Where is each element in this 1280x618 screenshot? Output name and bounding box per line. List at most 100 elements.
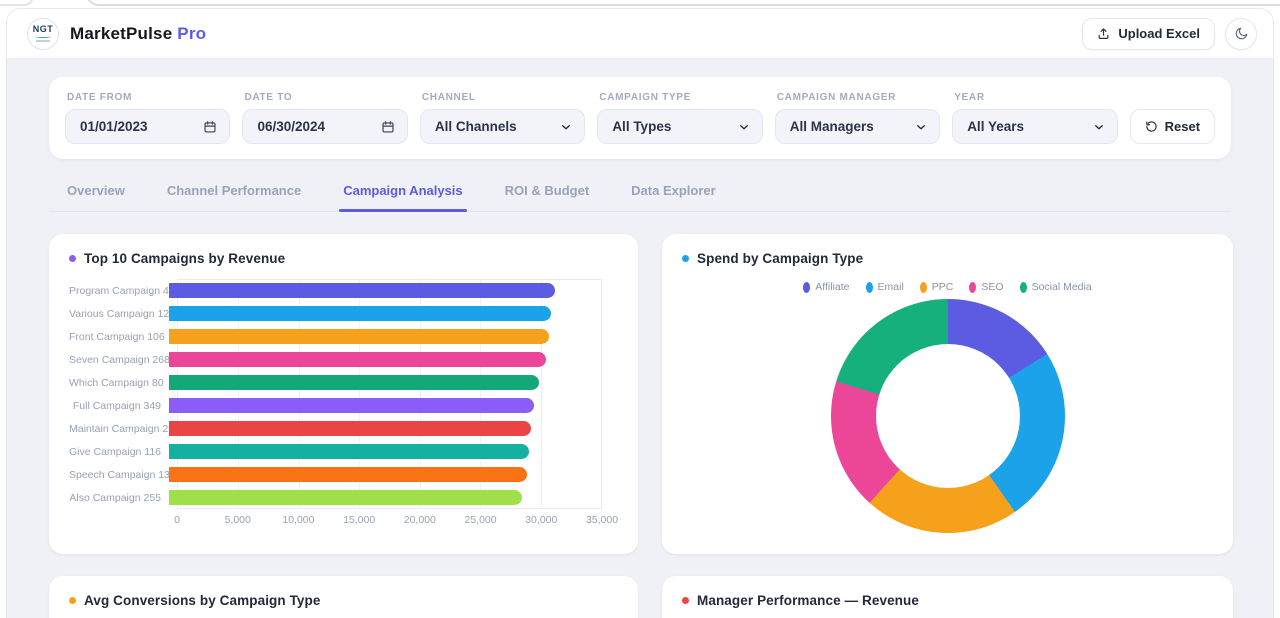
- app-header: NGT MarketPulse Pro Upload Excel: [7, 9, 1273, 59]
- bar-full-campaign-349: [169, 398, 534, 413]
- brand-name: MarketPulse Pro: [70, 24, 206, 44]
- bar-row: Also Campaign 255: [69, 486, 618, 509]
- bar-row: Maintain Campaign 299: [69, 417, 618, 440]
- date-input-date-from[interactable]: 01/01/2023: [65, 109, 230, 144]
- bar-category-label: Also Campaign 255: [69, 492, 169, 504]
- title-dot: [69, 255, 76, 262]
- tab-roi-budget[interactable]: ROI & Budget: [503, 177, 592, 211]
- bar-row: Program Campaign 405: [69, 279, 618, 302]
- x-tick-label: 10,000: [282, 514, 314, 526]
- bar-track: [169, 283, 602, 298]
- legend-item-social-media[interactable]: Social Media: [1020, 281, 1092, 293]
- bar-program-campaign-405: [169, 283, 555, 298]
- filter-value: All Years: [967, 119, 1024, 134]
- x-axis-ticks: 05,00010,00015,00020,00025,00030,00035,0…: [177, 514, 602, 529]
- legend-item-affiliate[interactable]: Affiliate: [803, 281, 849, 293]
- bar-give-campaign-116: [169, 444, 529, 459]
- filter-group-date-to: DATE TO 06/30/2024: [242, 90, 407, 144]
- donut-chart: [831, 299, 1065, 533]
- bar-row: Various Campaign 121: [69, 302, 618, 325]
- x-tick-label: 15,000: [343, 514, 375, 526]
- legend-item-seo[interactable]: SEO: [969, 281, 1003, 293]
- card-top-campaigns: Top 10 Campaigns by Revenue Program Camp…: [49, 234, 638, 554]
- bar-track: [169, 490, 602, 505]
- x-tick-label: 20,000: [404, 514, 436, 526]
- horizontal-bar-chart: Program Campaign 405 Various Campaign 121…: [69, 279, 618, 529]
- filter-label: CAMPAIGN MANAGER: [777, 92, 940, 103]
- tab-overview[interactable]: Overview: [65, 177, 127, 211]
- chevron-down-icon: [560, 121, 572, 133]
- donut-hole: [876, 344, 1020, 488]
- calendar-icon: [203, 120, 217, 134]
- bar-category-label: Front Campaign 106: [69, 331, 169, 343]
- legend-item-ppc[interactable]: PPC: [920, 281, 954, 293]
- x-tick-label: 0: [174, 514, 180, 526]
- tab-channel-performance[interactable]: Channel Performance: [165, 177, 303, 211]
- bar-which-campaign-80: [169, 375, 539, 390]
- logo-text: NGT: [33, 25, 54, 34]
- filter-bar: DATE FROM01/01/2023 DATE TO 06/30/2024 CHAN…: [49, 77, 1231, 159]
- select-channel[interactable]: All Channels: [420, 109, 585, 144]
- bar-row: Give Campaign 116: [69, 440, 618, 463]
- browser-chrome-remnant: [0, 0, 1280, 8]
- bar-category-label: Full Campaign 349: [69, 400, 169, 412]
- chart-title: Manager Performance — Revenue: [697, 593, 919, 608]
- calendar-icon: [381, 120, 395, 134]
- bar-track: [169, 352, 602, 367]
- filter-label: DATE TO: [244, 92, 407, 103]
- x-tick-label: 30,000: [525, 514, 557, 526]
- select-campaign-manager[interactable]: All Managers: [775, 109, 940, 144]
- filter-group-campaign-manager: CAMPAIGN MANAGER All Managers: [775, 90, 940, 144]
- brand-title: MarketPulse: [70, 24, 172, 43]
- tab-data-explorer[interactable]: Data Explorer: [629, 177, 718, 211]
- chevron-down-icon: [1093, 121, 1105, 133]
- select-campaign-type[interactable]: All Types: [597, 109, 762, 144]
- bar-track: [169, 306, 602, 321]
- bar-category-label: Program Campaign 405: [69, 285, 169, 297]
- filter-value: 01/01/2023: [80, 119, 148, 134]
- filter-value: All Types: [612, 119, 671, 134]
- brand: NGT MarketPulse Pro: [27, 18, 206, 50]
- card-avg-conversions: Avg Conversions by Campaign Type 1200: [49, 576, 638, 618]
- dark-mode-toggle[interactable]: [1225, 18, 1257, 50]
- legend-item-email[interactable]: Email: [866, 281, 904, 293]
- bar-maintain-campaign-299: [169, 421, 531, 436]
- reset-icon: [1145, 120, 1158, 133]
- chevron-down-icon: [915, 121, 927, 133]
- logo-tagline: [36, 40, 50, 42]
- bar-track: [169, 375, 602, 390]
- bar-category-label: Maintain Campaign 299: [69, 423, 169, 435]
- card-title-row: Top 10 Campaigns by Revenue: [49, 234, 638, 266]
- bar-category-label: Speech Campaign 130: [69, 469, 169, 481]
- card-spend-by-type: Spend by Campaign Type AffiliateEmailPPC…: [662, 234, 1233, 554]
- bar-also-campaign-255: [169, 490, 522, 505]
- chart-title: Top 10 Campaigns by Revenue: [84, 251, 285, 266]
- select-year[interactable]: All Years: [952, 109, 1117, 144]
- filter-group-date-from: DATE FROM01/01/2023: [65, 90, 230, 144]
- title-dot: [69, 597, 76, 604]
- legend-label: Social Media: [1032, 281, 1092, 293]
- donut-wrap: [662, 299, 1233, 533]
- browser-tab-edge: [0, 0, 34, 6]
- tab-bar: Overview Channel Performance Campaign Anal…: [49, 177, 1231, 212]
- moon-icon: [1234, 26, 1249, 41]
- title-dot: [682, 255, 689, 262]
- legend-dot: [920, 282, 927, 293]
- upload-excel-button[interactable]: Upload Excel: [1082, 18, 1215, 50]
- filter-group-channel: CHANNELAll Channels: [420, 90, 585, 144]
- legend-label: Email: [878, 281, 904, 293]
- date-input-date-to[interactable]: 06/30/2024: [242, 109, 407, 144]
- x-tick-label: 5,000: [225, 514, 251, 526]
- address-bar-edge: [85, 0, 1280, 6]
- reset-label: Reset: [1165, 119, 1200, 134]
- bar-category-label: Which Campaign 80: [69, 377, 169, 389]
- reset-filters-button[interactable]: Reset: [1130, 109, 1215, 144]
- tab-campaign-analysis[interactable]: Campaign Analysis: [341, 177, 464, 211]
- bar-category-label: Give Campaign 116: [69, 446, 169, 458]
- bar-speech-campaign-130: [169, 467, 527, 482]
- filter-value: 06/30/2024: [257, 119, 325, 134]
- bar-row: Seven Campaign 268: [69, 348, 618, 371]
- charts-grid: Top 10 Campaigns by Revenue Program Camp…: [49, 234, 1231, 618]
- legend-dot: [1020, 282, 1027, 293]
- filter-group-campaign-type: CAMPAIGN TYPEAll Types: [597, 90, 762, 144]
